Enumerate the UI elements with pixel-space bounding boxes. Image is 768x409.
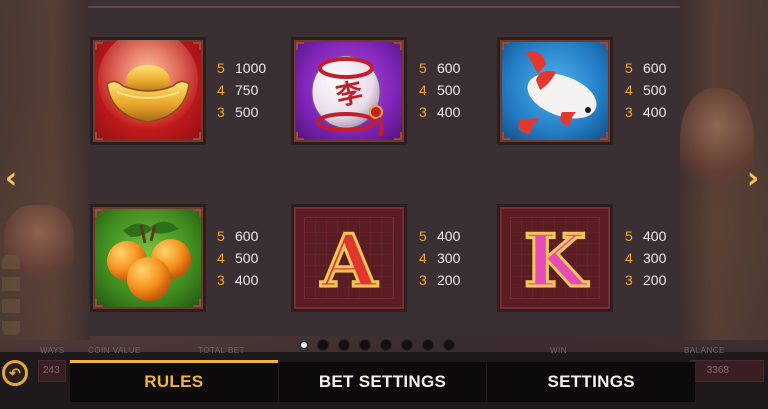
pay-row: 5 600	[419, 57, 460, 79]
pay-row: 5 600	[217, 225, 258, 247]
letter-a-pays: 5 400 4 300 3 200	[419, 225, 460, 291]
pay-count: 4	[625, 82, 633, 98]
balance-value: 3368	[690, 360, 764, 382]
chevron-right-icon[interactable]: ›	[742, 164, 764, 194]
pay-value: 1000	[235, 60, 267, 76]
pay-value: 400	[235, 272, 259, 288]
pay-count: 4	[419, 250, 427, 266]
page-dot[interactable]	[443, 339, 455, 351]
pay-row: 3 200	[419, 269, 460, 291]
koi-fish-pays: 5 600 4 500 3 400	[625, 57, 666, 123]
pay-count: 5	[419, 228, 427, 244]
pay-row: 3 400	[419, 101, 460, 123]
page-dot[interactable]	[317, 339, 329, 351]
pay-count: 5	[217, 60, 225, 76]
pay-row: 4 300	[419, 247, 460, 269]
pay-value: 400	[643, 104, 667, 120]
pay-value: 600	[643, 60, 667, 76]
pay-count: 4	[625, 250, 633, 266]
side-controls-decoration	[2, 255, 20, 335]
pay-count: 5	[419, 60, 427, 76]
oranges-icon	[107, 221, 191, 301]
pay-row: 3 400	[217, 269, 258, 291]
pay-value: 300	[437, 250, 461, 266]
pay-value: 500	[235, 250, 259, 266]
pay-count: 4	[217, 250, 225, 266]
page-dot-active[interactable]	[300, 341, 308, 349]
pay-count: 4	[217, 82, 225, 98]
page-indicator	[300, 339, 455, 351]
pay-value: 500	[643, 82, 667, 98]
pay-value: 200	[437, 272, 461, 288]
letter-k-glyph: K	[522, 218, 588, 303]
pay-value: 300	[643, 250, 667, 266]
pay-value: 750	[235, 82, 259, 98]
tab-bar: RULES BET SETTINGS SETTINGS	[70, 360, 695, 402]
pay-value: 600	[437, 60, 461, 76]
tab-rules[interactable]: RULES	[70, 360, 278, 402]
pay-value: 400	[437, 104, 461, 120]
balance-label: BALANCE	[684, 346, 725, 355]
page-dot[interactable]	[338, 339, 350, 351]
pay-row: 5 1000	[217, 57, 266, 79]
pay-row: 5 600	[625, 57, 666, 79]
letter-k-symbol: K	[497, 204, 613, 312]
pay-count: 3	[625, 104, 633, 120]
pay-row: 5 400	[419, 225, 460, 247]
coin-value-label: COIN VALUE	[88, 346, 141, 355]
back-arrow-icon[interactable]: ↶	[2, 360, 28, 386]
pay-row: 3 200	[625, 269, 666, 291]
pay-count: 3	[419, 272, 427, 288]
pay-row: 3 400	[625, 101, 666, 123]
pay-count: 3	[419, 104, 427, 120]
pay-row: 4 300	[625, 247, 666, 269]
letter-a-symbol: A	[291, 204, 407, 312]
pay-value: 200	[643, 272, 667, 288]
gold-ingot-icon	[98, 30, 198, 130]
page-dot[interactable]	[422, 339, 434, 351]
koi-fish-icon	[518, 51, 597, 134]
pay-count: 3	[217, 104, 225, 120]
tab-settings[interactable]: SETTINGS	[486, 362, 695, 402]
chevron-left-icon[interactable]: ‹	[0, 164, 22, 194]
pay-row: 4 750	[217, 79, 266, 101]
gold-ingot-symbol	[90, 30, 206, 145]
pay-row: 3 500	[217, 101, 266, 123]
pay-value: 600	[235, 228, 259, 244]
lucky-vase-symbol: 李	[291, 37, 407, 145]
pay-count: 4	[419, 82, 427, 98]
pay-row: 4 500	[217, 247, 258, 269]
total-bet-label: TOTAL BET	[198, 346, 246, 355]
page-dot[interactable]	[359, 339, 371, 351]
tab-bet-settings[interactable]: BET SETTINGS	[277, 362, 487, 402]
pay-count: 3	[217, 272, 225, 288]
koi-fish-symbol	[497, 37, 613, 145]
pay-count: 3	[625, 272, 633, 288]
oranges-pays: 5 600 4 500 3 400	[217, 225, 258, 291]
pay-count: 5	[625, 228, 633, 244]
page-dot[interactable]	[380, 339, 392, 351]
ways-value: 243	[38, 360, 66, 382]
pay-row: 4 500	[625, 79, 666, 101]
pay-value: 500	[437, 82, 461, 98]
gold-ingot-pays: 5 1000 4 750 3 500	[217, 57, 266, 123]
pay-value: 400	[643, 228, 667, 244]
pay-count: 5	[625, 60, 633, 76]
oranges-symbol	[90, 204, 206, 312]
win-label: WIN	[550, 346, 568, 355]
ways-label: WAYS	[40, 346, 65, 355]
pay-value: 500	[235, 104, 259, 120]
letter-a-glyph: A	[320, 218, 379, 303]
pay-value: 400	[437, 228, 461, 244]
pay-row: 4 500	[419, 79, 460, 101]
pay-count: 5	[217, 228, 225, 244]
lucky-vase-pays: 5 600 4 500 3 400	[419, 57, 460, 123]
pay-row: 5 400	[625, 225, 666, 247]
page-dot[interactable]	[401, 339, 413, 351]
letter-k-pays: 5 400 4 300 3 200	[625, 225, 666, 291]
